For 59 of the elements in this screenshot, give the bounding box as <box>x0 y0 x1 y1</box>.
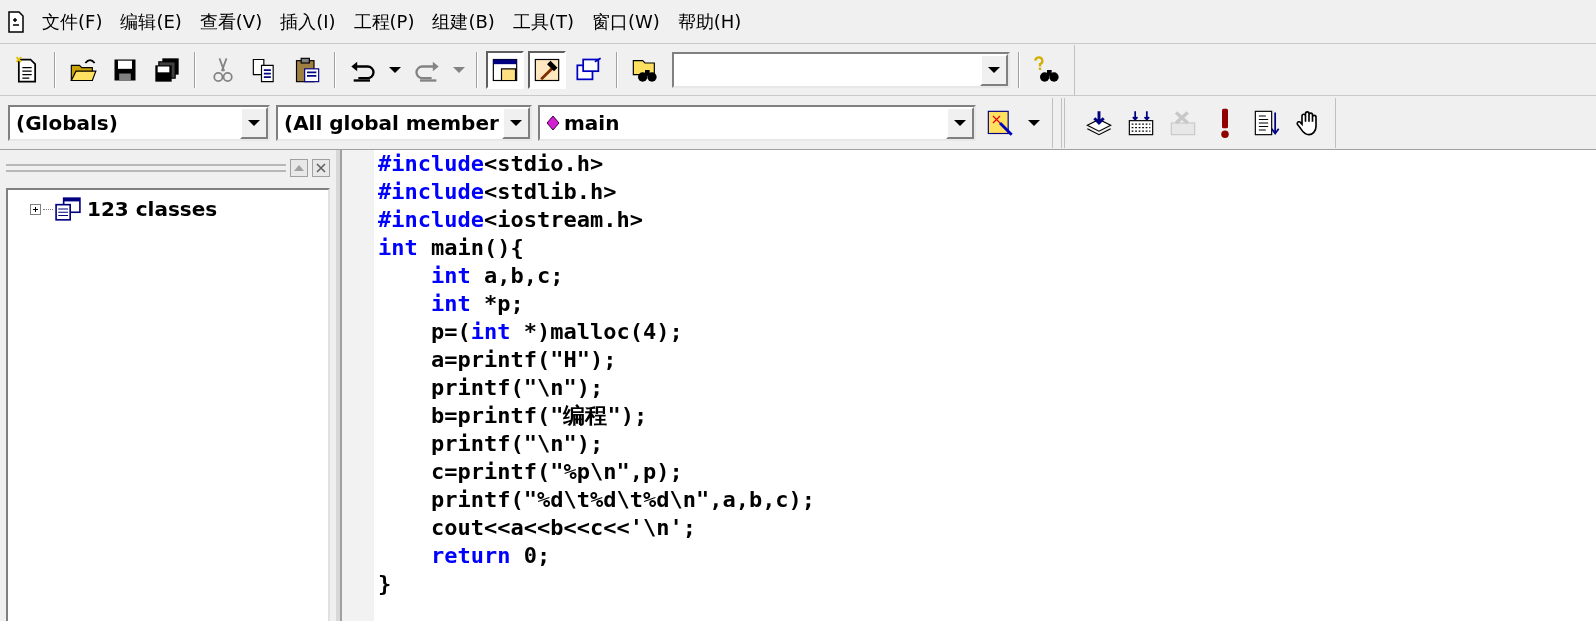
code-line: return 0; <box>430 542 552 570</box>
caret-icon <box>510 119 522 126</box>
combo-text: (Globals) <box>16 109 118 137</box>
caret-icon <box>1028 119 1040 126</box>
class-combo-box[interactable]: (Globals) <box>8 104 270 141</box>
expand-box-icon[interactable] <box>30 203 41 215</box>
caret-icon <box>389 66 401 73</box>
find-combo-box[interactable] <box>672 51 1010 88</box>
code-line: b=printf("编程"); <box>430 402 649 430</box>
cube-icon <box>546 114 560 131</box>
code-line: c=printf("%p\n",p); <box>430 458 684 486</box>
workspace-button[interactable] <box>486 50 524 89</box>
code-line: printf("%d\t%d\t%d\n",a,b,c); <box>430 486 817 514</box>
tree-item[interactable]: 123 classes <box>87 194 218 224</box>
close-icon <box>316 163 326 173</box>
code-line: a=printf("H"); <box>430 346 618 374</box>
keyboard-arrows-icon <box>1127 108 1155 137</box>
keyboard-cross-icon <box>1169 108 1197 137</box>
menu-item[interactable]: 工具(T) <box>510 8 576 35</box>
menu-item[interactable]: 工程(P) <box>351 8 417 35</box>
stack-arrow-icon <box>1085 108 1113 137</box>
code-line: int a,b,c; <box>430 262 565 290</box>
menu-item[interactable]: 插入(I) <box>278 8 338 35</box>
clipboard-icon <box>293 55 321 84</box>
menu-item[interactable]: 编辑(E) <box>118 8 184 35</box>
close-button[interactable] <box>312 159 330 177</box>
code-line: cout<<a<<b<<c<<'\n'; <box>430 514 697 542</box>
code-line: printf("\n"); <box>430 430 605 458</box>
up-triangle-icon <box>294 165 304 171</box>
menu-item[interactable]: 帮助(H) <box>675 8 744 35</box>
caret-icon <box>988 66 1000 73</box>
code-line: #include<iostream.h> <box>378 206 644 234</box>
class-document-icon <box>55 197 81 221</box>
caret-icon <box>453 66 465 73</box>
class-wizard-icon <box>986 108 1014 137</box>
document-icon <box>6 10 26 33</box>
code-line: int *p; <box>430 290 525 318</box>
list-down-arrow-icon <box>1253 108 1281 137</box>
code-line: #include<stdio.h> <box>378 150 605 178</box>
filter-combo-box[interactable]: (All global member <box>276 104 532 141</box>
caret-icon <box>954 119 966 126</box>
panel-grip[interactable] <box>6 164 286 172</box>
combo-text: (All global member <box>284 109 499 137</box>
menu-item[interactable]: 组建(B) <box>430 8 497 35</box>
code-line: #include<stdlib.h> <box>378 178 618 206</box>
code-line: int main(){ <box>378 234 525 262</box>
caret-icon <box>248 119 260 126</box>
menu-item[interactable]: 文件(F) <box>40 8 105 35</box>
code-line: printf("\n"); <box>430 374 605 402</box>
stacked-disks-icon <box>153 55 181 84</box>
member-combo-box[interactable]: main <box>538 104 976 141</box>
menu-item[interactable]: 窗口(W) <box>589 8 662 35</box>
menu-item[interactable]: 查看(V) <box>197 8 265 35</box>
code-line: } <box>378 570 393 598</box>
help-binoculars-icon <box>1033 55 1061 84</box>
exclamation-icon <box>1221 107 1229 138</box>
output-button[interactable] <box>528 50 566 89</box>
combo-text: main <box>564 109 620 137</box>
code-line: p=(int *)malloc(4); <box>430 318 684 346</box>
